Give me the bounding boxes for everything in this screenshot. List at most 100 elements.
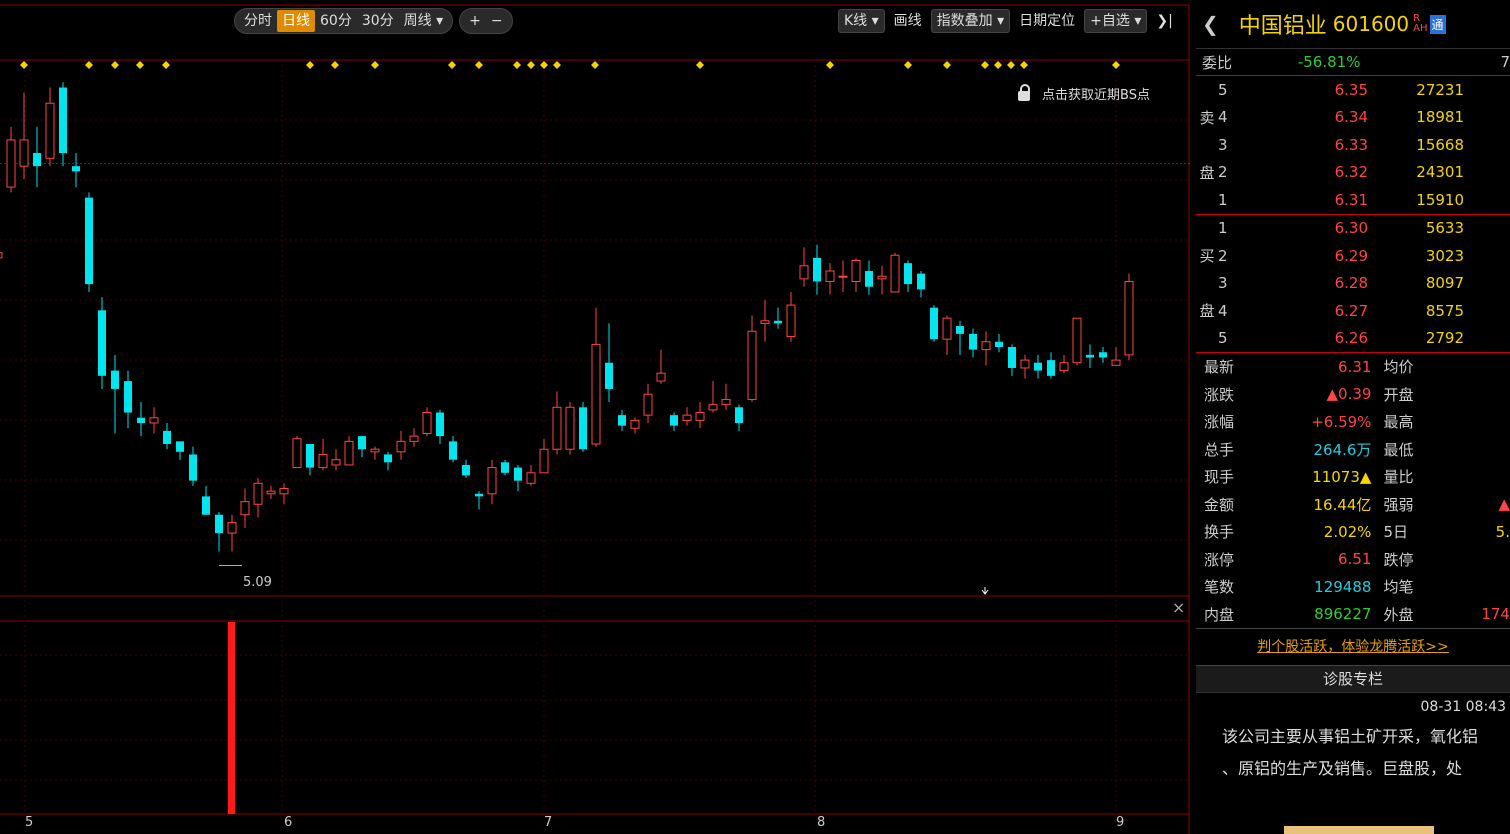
bs-marker-icon[interactable]: [943, 61, 951, 69]
bs-marker-icon[interactable]: [527, 61, 535, 69]
candle[interactable]: [904, 260, 912, 292]
candle[interactable]: [176, 441, 184, 460]
candle[interactable]: [877, 265, 887, 295]
candle[interactable]: [865, 260, 873, 295]
bs-marker-icon[interactable]: [136, 61, 144, 69]
candle[interactable]: [981, 331, 991, 366]
candle[interactable]: [630, 417, 640, 434]
bs-marker-icon[interactable]: [475, 61, 483, 69]
bs-marker-icon[interactable]: [904, 61, 912, 69]
close-indicator-icon[interactable]: ×: [1172, 598, 1185, 617]
candle[interactable]: [227, 514, 237, 552]
chart-tool-button-0[interactable]: K线 ▾: [838, 9, 885, 33]
candle[interactable]: [111, 354, 119, 434]
candle[interactable]: [969, 328, 977, 358]
bs-marker-icon[interactable]: [994, 61, 1002, 69]
candle[interactable]: [189, 446, 197, 486]
candle[interactable]: [266, 485, 276, 500]
bs-marker-icon[interactable]: [591, 61, 599, 69]
candle[interactable]: [682, 407, 692, 426]
candle[interactable]: [1072, 317, 1082, 366]
candle[interactable]: [1034, 354, 1042, 379]
candle[interactable]: [539, 438, 549, 474]
candle[interactable]: [59, 82, 67, 167]
candle[interactable]: [721, 383, 731, 410]
candle[interactable]: [253, 478, 263, 518]
period-tab-2[interactable]: 60分: [315, 10, 357, 32]
chart-tool-button-2[interactable]: 指数叠加 ▾: [930, 9, 1011, 33]
sell-row[interactable]: 3 6.33 15668: [1196, 131, 1510, 159]
candle[interactable]: [735, 404, 743, 431]
bs-marker-icon[interactable]: [306, 61, 314, 69]
candle[interactable]: [552, 391, 562, 455]
candle[interactable]: [0, 232, 3, 271]
period-tab-4[interactable]: 周线 ▾: [399, 10, 448, 32]
chart-tool-button-5[interactable]: ❯|: [1151, 10, 1177, 32]
candle[interactable]: [370, 446, 380, 460]
candle[interactable]: [695, 402, 705, 429]
candle[interactable]: [579, 402, 587, 452]
candle[interactable]: [358, 436, 366, 458]
candle[interactable]: [643, 383, 653, 424]
candle[interactable]: [137, 402, 145, 437]
candle[interactable]: [774, 307, 782, 329]
chart-tool-button-1[interactable]: 画线: [889, 10, 927, 32]
buy-row[interactable]: 5 6.26 2792: [1196, 325, 1510, 353]
candle[interactable]: [514, 464, 522, 492]
candle[interactable]: [449, 436, 457, 463]
candle[interactable]: [825, 263, 835, 295]
candle[interactable]: [72, 153, 80, 188]
bs-marker-icon[interactable]: [513, 61, 521, 69]
bs-marker-icon[interactable]: [1020, 61, 1028, 69]
candle[interactable]: [1059, 354, 1069, 374]
candle[interactable]: [33, 126, 41, 188]
candle[interactable]: [409, 428, 419, 447]
candle[interactable]: [19, 92, 29, 180]
sell-row[interactable]: 5 6.35 27231: [1196, 76, 1510, 104]
promo-link[interactable]: 判个股活跃，体验龙腾活跃>>: [1196, 629, 1510, 666]
bottom-tab-bar[interactable]: [1284, 826, 1434, 834]
candle[interactable]: [618, 409, 626, 431]
candle[interactable]: [292, 436, 302, 469]
candle[interactable]: [240, 488, 250, 528]
bs-marker-icon[interactable]: [331, 61, 339, 69]
buy-row[interactable]: 买 2 6.29 3023: [1196, 242, 1510, 270]
candle[interactable]: [956, 320, 964, 355]
period-tab-0[interactable]: 分时: [239, 10, 277, 32]
candle[interactable]: [670, 412, 678, 431]
candle[interactable]: [202, 485, 210, 515]
bs-marker-icon[interactable]: [1112, 61, 1120, 69]
candle[interactable]: [747, 315, 757, 403]
candle[interactable]: [306, 443, 314, 476]
candle[interactable]: [344, 436, 354, 466]
bs-marker-icon[interactable]: [448, 61, 456, 69]
candle[interactable]: [318, 438, 328, 471]
candle[interactable]: [605, 323, 613, 403]
buy-row[interactable]: 盘 4 6.27 8575: [1196, 297, 1510, 325]
candle[interactable]: [384, 451, 392, 471]
bs-marker-icon[interactable]: [162, 61, 170, 69]
candle[interactable]: [215, 512, 223, 552]
candle[interactable]: [1086, 344, 1094, 368]
candle[interactable]: [838, 260, 848, 292]
candle[interactable]: [1020, 354, 1030, 379]
period-tab-3[interactable]: 30分: [357, 10, 399, 32]
candle[interactable]: [85, 192, 93, 292]
candle[interactable]: [422, 407, 432, 437]
candle[interactable]: [462, 459, 470, 479]
candle[interactable]: [6, 126, 16, 193]
bs-points-hint[interactable]: 点击获取近期BS点: [1018, 83, 1150, 103]
sell-row[interactable]: 盘 2 6.32 24301: [1196, 159, 1510, 187]
candle[interactable]: [279, 483, 289, 505]
zoom-out-button[interactable]: −: [486, 10, 508, 32]
candle[interactable]: [98, 297, 106, 389]
period-tab-1[interactable]: 日线: [277, 10, 315, 32]
candle[interactable]: [396, 430, 406, 460]
buy-row[interactable]: 3 6.28 8097: [1196, 270, 1510, 298]
candle[interactable]: [786, 291, 796, 342]
candle[interactable]: [526, 464, 536, 486]
candle[interactable]: [813, 244, 821, 295]
candle[interactable]: [917, 270, 925, 298]
candle[interactable]: [995, 333, 1003, 353]
candle[interactable]: [163, 423, 171, 450]
